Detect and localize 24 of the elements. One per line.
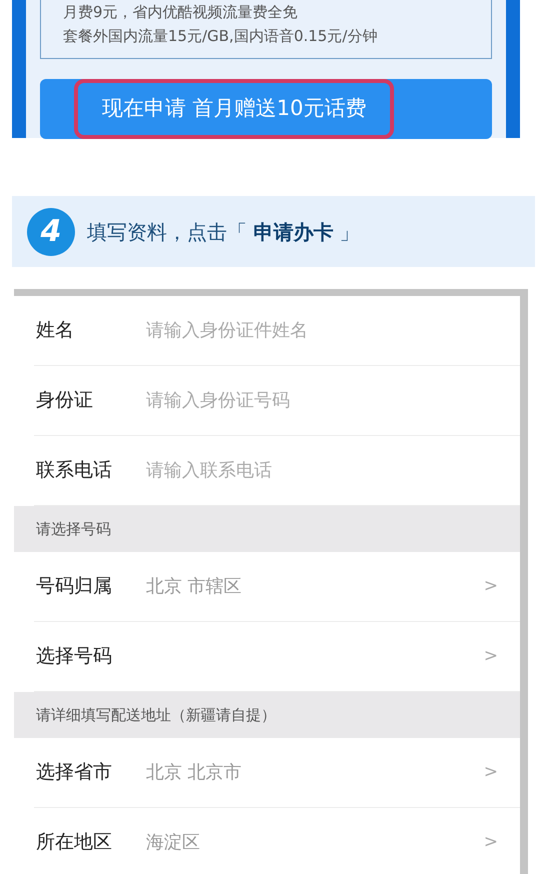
field-label: 号码归属	[36, 574, 113, 600]
chevron-icon[interactable]: >	[484, 760, 498, 786]
section-header: 请选择号码	[14, 506, 520, 552]
field-label: 选择省市	[36, 760, 113, 786]
field-label: 联系电话	[36, 458, 113, 484]
select-value[interactable]: 海淀区	[146, 829, 484, 856]
field-label: 所在地区	[36, 830, 113, 856]
select-value[interactable]: 北京 市辖区	[146, 573, 484, 600]
chevron-icon[interactable]: >	[484, 644, 498, 670]
step-instruction: 填写资料，点击「 申请办卡 」	[87, 218, 360, 246]
step-number-badge: 4	[27, 208, 75, 256]
input-field[interactable]: 请输入身份证件姓名	[146, 317, 520, 344]
section-header: 请详细填写配送地址（新疆请自提）	[14, 692, 520, 738]
apply-button[interactable]: 现在申请 首月赠送10元话费	[40, 79, 492, 138]
select-value[interactable]: 北京 北京市	[146, 759, 484, 786]
chevron-icon[interactable]: >	[484, 574, 498, 600]
field-label: 选择号码	[36, 644, 113, 670]
plan-info-text: 月费9元，省内优酷视频流量费全免	[63, 2, 299, 23]
input-field[interactable]: 请输入身份证号码	[146, 387, 520, 414]
plan-info-text: 套餐外国内流量15元/GB,国内语音0.15元/分钟	[63, 26, 378, 47]
chevron-icon[interactable]: >	[484, 830, 498, 856]
input-field[interactable]: 请输入联系电话	[146, 457, 520, 484]
field-label: 姓名	[36, 318, 75, 344]
field-label: 身份证	[36, 388, 94, 414]
